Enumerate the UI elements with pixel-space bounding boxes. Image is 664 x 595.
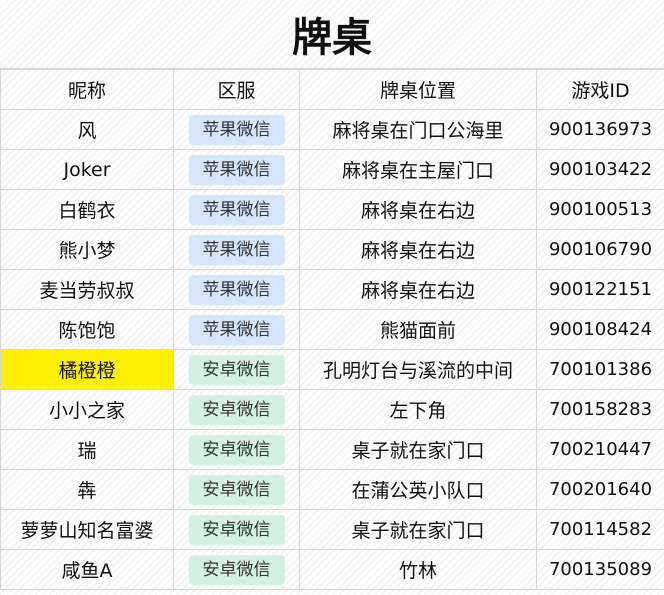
spreadsheet: 牌桌 昵称 区服 牌桌位置 游戏ID 风苹果微信 麻将桌在门口公海里 9001369… [0, 0, 664, 595]
tables-list: 昵称 区服 牌桌位置 游戏ID 风苹果微信 麻将桌在门口公海里 900136973 J… [0, 69, 664, 590]
header-game-id[interactable]: 游戏ID [536, 69, 664, 110]
cell-table-location[interactable]: 左下角 [299, 389, 537, 430]
cell-game-id[interactable]: 700114582 [536, 509, 664, 550]
cell-game-id[interactable]: 900136973 [536, 109, 664, 150]
cell-table-location[interactable]: 熊猫面前 [299, 309, 537, 350]
header-table-location[interactable]: 牌桌位置 [299, 69, 537, 110]
table-row: 萝萝山知名富婆 安卓微信 桌子就在家门口 700114582 [0, 509, 664, 550]
table-row: 橘橙橙 安卓微信 孔明灯台与溪流的中间 700101386 [0, 349, 664, 390]
cell-table-location[interactable]: 在蒲公英小队口 [299, 469, 537, 510]
cell-table-location[interactable]: 麻将桌在右边 [299, 269, 537, 310]
server-tag: 安卓微信 [188, 554, 285, 585]
cell-table-location[interactable]: 麻将桌在右边 [299, 229, 537, 270]
cell-server[interactable]: 安卓微信 [173, 469, 300, 510]
cell-nickname[interactable]: 陈饱饱 [0, 309, 174, 350]
server-tag: 安卓微信 [188, 514, 285, 545]
cell-table-location[interactable]: 桌子就在家门口 [299, 509, 537, 550]
cell-game-id[interactable]: 900103422 [536, 149, 664, 190]
cell-server[interactable]: 苹果微信 [173, 229, 300, 270]
cell-nickname[interactable]: 橘橙橙 [0, 349, 174, 390]
server-tag: 苹果微信 [188, 314, 285, 345]
cell-game-id[interactable]: 900122151 [536, 269, 664, 310]
cell-server[interactable]: 安卓微信 [173, 349, 300, 390]
header-nickname[interactable]: 昵称 [0, 69, 174, 110]
table-row: 风苹果微信 麻将桌在门口公海里 900136973 [0, 109, 664, 150]
cell-game-id[interactable]: 700158283 [536, 389, 664, 430]
cell-server[interactable]: 苹果微信 [173, 189, 300, 230]
server-tag: 苹果微信 [188, 234, 285, 265]
cell-game-id[interactable]: 700135089 [536, 549, 664, 590]
cell-server[interactable]: 安卓微信 [173, 429, 300, 470]
cell-server[interactable]: 安卓微信 [173, 389, 300, 430]
cell-nickname[interactable]: 熊小梦 [0, 229, 174, 270]
table-row: Joker 苹果微信 麻将桌在主屋门口 900103422 [0, 149, 664, 190]
server-tag: 苹果微信 [188, 154, 285, 185]
cell-game-id[interactable]: 700101386 [536, 349, 664, 390]
sheet-title: 牌桌 [0, 0, 664, 69]
server-tag: 安卓微信 [188, 434, 285, 465]
header-row: 昵称 区服 牌桌位置 游戏ID [0, 69, 664, 110]
cell-server[interactable]: 苹果微信 [173, 109, 300, 150]
cell-table-location[interactable]: 麻将桌在右边 [299, 189, 537, 230]
cell-server[interactable]: 安卓微信 [173, 549, 300, 590]
cell-game-id[interactable]: 700201640 [536, 469, 664, 510]
cell-nickname[interactable]: 瑞 [0, 429, 174, 470]
cell-table-location[interactable]: 桌子就在家门口 [299, 429, 537, 470]
cell-game-id[interactable]: 900108424 [536, 309, 664, 350]
table-row: 陈饱饱 苹果微信 熊猫面前 900108424 [0, 309, 664, 350]
table-row: 犇安卓微信 在蒲公英小队口 700201640 [0, 469, 664, 510]
header-server[interactable]: 区服 [173, 69, 300, 110]
cell-nickname[interactable]: 咸鱼A [0, 549, 174, 590]
cell-nickname[interactable]: 犇 [0, 469, 174, 510]
server-tag: 苹果微信 [188, 194, 285, 225]
server-tag: 安卓微信 [188, 394, 285, 425]
server-tag: 安卓微信 [188, 354, 285, 385]
table-row: 白鹤衣 苹果微信 麻将桌在右边 900100513 [0, 189, 664, 230]
cell-table-location[interactable]: 麻将桌在主屋门口 [299, 149, 537, 190]
cell-server[interactable]: 苹果微信 [173, 149, 300, 190]
cell-server[interactable]: 安卓微信 [173, 509, 300, 550]
table-row: 熊小梦 苹果微信 麻将桌在右边 900106790 [0, 229, 664, 270]
cell-nickname[interactable]: 风 [0, 109, 174, 150]
cell-nickname[interactable]: 萝萝山知名富婆 [0, 509, 174, 550]
table-row: 小小之家 安卓微信 左下角 700158283 [0, 389, 664, 430]
cell-game-id[interactable]: 700210447 [536, 429, 664, 470]
cell-nickname[interactable]: 小小之家 [0, 389, 174, 430]
cell-table-location[interactable]: 麻将桌在门口公海里 [299, 109, 537, 150]
table-row: 麦当劳叔叔 苹果微信 麻将桌在右边 900122151 [0, 269, 664, 310]
cell-server[interactable]: 苹果微信 [173, 309, 300, 350]
cell-server[interactable]: 苹果微信 [173, 269, 300, 310]
cell-nickname[interactable]: 麦当劳叔叔 [0, 269, 174, 310]
cell-table-location[interactable]: 孔明灯台与溪流的中间 [299, 349, 537, 390]
cell-game-id[interactable]: 900106790 [536, 229, 664, 270]
server-tag: 苹果微信 [188, 274, 285, 305]
cell-game-id[interactable]: 900100513 [536, 189, 664, 230]
table-row: 咸鱼A 安卓微信 竹林 700135089 [0, 549, 664, 590]
cell-nickname[interactable]: 白鹤衣 [0, 189, 174, 230]
cell-table-location[interactable]: 竹林 [299, 549, 537, 590]
cell-nickname[interactable]: Joker [0, 149, 174, 190]
server-tag: 苹果微信 [188, 114, 285, 145]
table-row: 瑞安卓微信 桌子就在家门口 700210447 [0, 429, 664, 470]
server-tag: 安卓微信 [188, 474, 285, 505]
